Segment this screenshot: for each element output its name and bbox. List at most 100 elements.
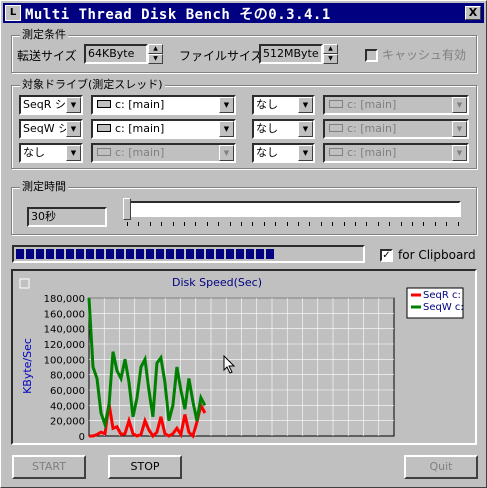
close-button[interactable]: X xyxy=(465,6,481,20)
progress-block xyxy=(26,249,34,259)
slider-tick xyxy=(457,222,459,226)
legend-label: SeqW c: xyxy=(423,302,464,313)
slider-tick xyxy=(423,222,425,226)
mouse-cursor-icon xyxy=(223,355,236,374)
disk-speed-chart: Disk Speed(Sec) KByte/Sec 180,000 160,000… xyxy=(19,276,464,443)
thread6-mode-select[interactable]: なし ▼ xyxy=(252,119,315,139)
quit-button[interactable]: Quit xyxy=(404,455,478,479)
chart-options-button[interactable] xyxy=(19,278,30,289)
slider-tick xyxy=(412,222,413,226)
slider-tick xyxy=(252,222,254,226)
chevron-down-icon[interactable]: ▼ xyxy=(219,145,234,161)
y-tick-label: 160,000 xyxy=(44,309,85,320)
progress-block xyxy=(146,249,154,259)
y-tick-label: 180,000 xyxy=(44,294,85,305)
thread2-drive-select[interactable]: c: [main] ▼ xyxy=(91,119,236,139)
app-icon[interactable]: L xyxy=(5,5,21,21)
stop-button[interactable]: STOP xyxy=(108,455,182,479)
progress-block xyxy=(226,249,234,259)
chart-panel: Disk Speed(Sec) KByte/Sec 180,000 160,000… xyxy=(11,269,477,445)
chevron-down-icon[interactable]: ▼ xyxy=(66,121,81,137)
progress-block xyxy=(236,249,244,259)
progress-block xyxy=(106,249,114,259)
y-tick-label: 140,000 xyxy=(44,325,85,336)
time-slider-track[interactable] xyxy=(123,201,461,217)
transfer-size-field[interactable]: 64KByte xyxy=(84,44,148,64)
thread7-drive-select[interactable]: c: [main] ▼ xyxy=(323,143,469,163)
conditions-group-label: 測定条件 xyxy=(20,28,68,42)
time-slider-thumb[interactable] xyxy=(123,198,131,220)
drive-icon xyxy=(97,100,111,108)
slider-tick xyxy=(309,222,311,226)
slider-tick xyxy=(332,222,334,226)
chevron-down-icon[interactable]: ▼ xyxy=(219,97,234,113)
progress-block xyxy=(256,249,264,259)
drive-icon xyxy=(329,100,343,108)
thread1-drive-select[interactable]: c: [main] ▼ xyxy=(91,95,236,115)
thread2-mode-select[interactable]: SeqW シ ▼ xyxy=(19,119,83,139)
drive-icon xyxy=(329,124,343,132)
drive-icon xyxy=(97,124,111,132)
file-size-label: ファイルサイズ xyxy=(179,49,263,63)
chevron-down-icon[interactable]: ▼ xyxy=(66,97,81,113)
slider-tick xyxy=(366,222,368,226)
progress-block xyxy=(36,249,44,259)
thread3-mode-select[interactable]: なし ▼ xyxy=(19,143,83,163)
thread7-mode-select[interactable]: なし ▼ xyxy=(252,143,315,163)
chevron-down-icon[interactable]: ▼ xyxy=(298,145,313,161)
slider-tick xyxy=(434,222,436,226)
cache-checkbox[interactable] xyxy=(365,49,378,62)
transfer-size-spinner[interactable]: ▲ ▼ xyxy=(148,44,163,64)
slider-tick xyxy=(218,222,220,226)
y-tick-label: 20,000 xyxy=(50,417,85,428)
slider-tick xyxy=(241,222,242,226)
progress-block xyxy=(136,249,144,259)
time-value-display: 30秒 xyxy=(27,207,107,227)
slider-tick xyxy=(172,222,174,226)
chart-legend: SeqR c:SeqW c: xyxy=(406,287,464,319)
thread1-mode-select[interactable]: SeqR シ ▼ xyxy=(19,95,83,115)
plot-area: 180,000 160,000 140,000 120,000 100,000 80,00… xyxy=(44,294,395,443)
y-tick-label: 0 xyxy=(79,432,85,443)
progress-block xyxy=(196,249,204,259)
progress-block xyxy=(126,249,134,259)
thread5-mode-select[interactable]: なし ▼ xyxy=(252,95,315,115)
progress-bar xyxy=(12,245,365,263)
slider-tick xyxy=(263,222,265,226)
chevron-down-icon[interactable]: ▼ xyxy=(219,121,234,137)
file-size-field[interactable]: 512MByte xyxy=(259,44,323,64)
slider-tick xyxy=(149,222,151,226)
slider-tick xyxy=(275,222,277,226)
progress-block xyxy=(66,249,74,259)
thread3-drive-select[interactable]: c: [main] ▼ xyxy=(91,143,236,163)
chevron-down-icon[interactable]: ▼ xyxy=(66,145,81,161)
progress-block xyxy=(166,249,174,259)
drive-icon xyxy=(329,148,343,156)
chevron-down-icon[interactable]: ▼ xyxy=(452,121,467,137)
slider-tick xyxy=(389,222,391,226)
drive-icon xyxy=(97,148,111,156)
slider-tick xyxy=(127,222,128,226)
chevron-down-icon[interactable]: ▼ xyxy=(298,121,313,137)
title-bar[interactable]: L Multi Thread Disk Bench その0.3.4.1 X xyxy=(3,3,484,23)
chevron-down-icon[interactable]: ▼ xyxy=(298,97,313,113)
chevron-down-icon[interactable]: ▼ xyxy=(452,145,467,161)
thread5-drive-select[interactable]: c: [main] ▼ xyxy=(323,95,469,115)
file-size-spinner[interactable]: ▲ ▼ xyxy=(323,44,338,64)
slider-tick xyxy=(377,222,379,226)
slider-tick xyxy=(229,222,231,226)
slider-tick xyxy=(138,222,140,226)
thread6-drive-select[interactable]: c: [main] ▼ xyxy=(323,119,469,139)
legend-label: SeqR c: xyxy=(423,290,461,301)
y-tick-label: 120,000 xyxy=(44,340,85,351)
start-button[interactable]: START xyxy=(12,455,86,479)
slider-tick xyxy=(298,222,299,226)
y-tick-label: 100,000 xyxy=(44,355,85,366)
chevron-down-icon[interactable]: ▼ xyxy=(452,97,467,113)
progress-block xyxy=(46,249,54,259)
time-group-label: 測定時間 xyxy=(20,180,68,194)
clipboard-checkbox[interactable]: ✓ xyxy=(380,249,393,262)
slider-tick xyxy=(355,222,356,226)
progress-block xyxy=(56,249,64,259)
progress-block xyxy=(76,249,84,259)
